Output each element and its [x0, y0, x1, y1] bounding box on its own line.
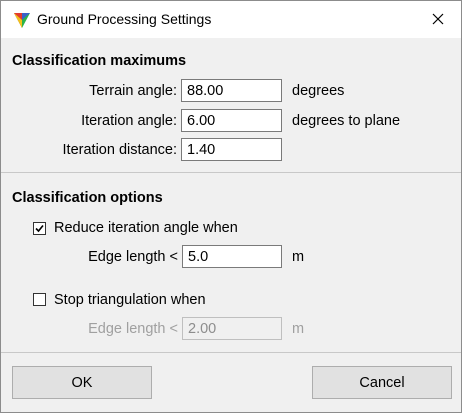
stop-triangulation-checkbox[interactable] — [33, 293, 46, 306]
iteration-distance-label: Iteration distance: — [62, 142, 177, 158]
stop-triangulation-label[interactable]: Stop triangulation when — [54, 292, 206, 308]
window-title: Ground Processing Settings — [37, 11, 212, 27]
stop-edge-length-label: Edge length < — [88, 321, 178, 337]
stop-edge-length-unit: m — [292, 321, 305, 337]
title-bar: Ground Processing Settings — [1, 1, 461, 38]
reduce-iteration-label[interactable]: Reduce iteration angle when — [54, 220, 238, 236]
checkmark-icon — [35, 224, 44, 233]
classification-maximums-section: Classification maximums Terrain angle: d… — [1, 39, 461, 173]
iteration-distance-input[interactable] — [181, 138, 282, 161]
terrain-angle-unit: degrees — [292, 83, 345, 99]
triangle-logo-icon — [13, 11, 31, 29]
reduce-edge-length-label: Edge length < — [88, 249, 178, 265]
ok-button[interactable]: OK — [12, 366, 152, 399]
reduce-edge-length-unit: m — [292, 249, 305, 265]
cancel-button[interactable]: Cancel — [312, 366, 452, 399]
section-title: Classification maximums — [12, 53, 187, 69]
iteration-angle-unit: degrees to plane — [292, 113, 401, 129]
reduce-edge-length-input[interactable] — [182, 245, 282, 268]
iteration-angle-input[interactable] — [181, 109, 282, 132]
close-button[interactable] — [415, 1, 461, 38]
iteration-angle-label: Iteration angle: — [81, 113, 177, 129]
close-icon — [432, 12, 444, 28]
stop-edge-length-input[interactable] — [182, 317, 282, 340]
terrain-angle-label: Terrain angle: — [89, 83, 177, 99]
dialog-window: Ground Processing Settings Classificatio… — [0, 0, 462, 413]
reduce-iteration-checkbox[interactable] — [33, 222, 46, 235]
classification-options-section: Classification options Reduce iteration … — [1, 174, 461, 353]
terrain-angle-input[interactable] — [181, 79, 282, 102]
section-title: Classification options — [12, 190, 163, 206]
